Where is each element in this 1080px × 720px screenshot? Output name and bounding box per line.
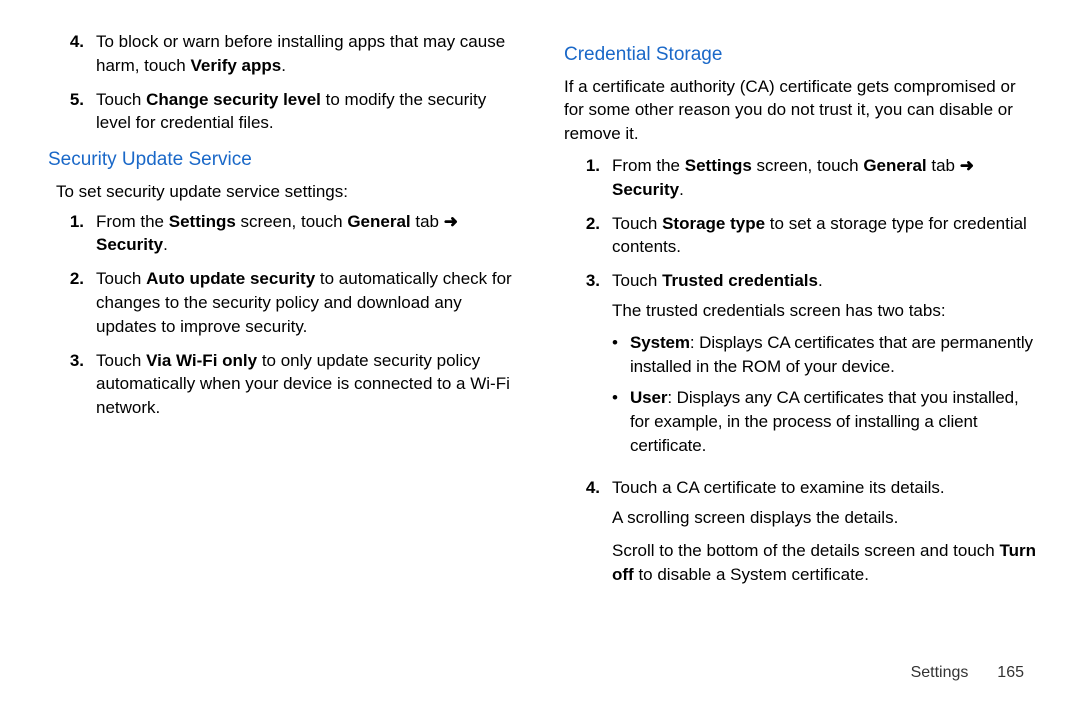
sub-text: The trusted credentials screen has two t… <box>612 299 1040 323</box>
intro-text-left: To set security update service settings: <box>56 180 524 204</box>
pre-heading-list: 4.To block or warn before installing app… <box>48 30 524 135</box>
section-heading-right: Credential Storage <box>564 42 1040 69</box>
sub-text: A scrolling screen displays the details. <box>612 506 1040 530</box>
arrow-icon: ➜ <box>960 156 974 175</box>
bullet-item: •User: Displays any CA certificates that… <box>612 386 1040 457</box>
list-content: Touch a CA certificate to examine its de… <box>612 476 1040 587</box>
list-number: 5. <box>48 88 96 136</box>
arrow-icon: ➜ <box>444 212 458 231</box>
page-footer: Settings 165 <box>911 662 1024 684</box>
bullet-dot-icon: • <box>612 331 630 379</box>
list-item: 3.Touch Trusted credentials.The trusted … <box>564 269 1040 466</box>
list-item: 4.Touch a CA certificate to examine its … <box>564 476 1040 587</box>
list-content: Touch Trusted credentials.The trusted cr… <box>612 269 1040 466</box>
right-steps-list: 1.From the Settings screen, touch Genera… <box>564 154 1040 587</box>
list-number: 3. <box>564 269 612 466</box>
list-number: 2. <box>48 267 96 338</box>
footer-section: Settings <box>911 664 969 681</box>
section-heading-left: Security Update Service <box>48 147 524 174</box>
list-item: 1.From the Settings screen, touch Genera… <box>48 210 524 258</box>
list-content: Touch Auto update security to automatica… <box>96 267 524 338</box>
list-item: 5.Touch Change security level to modify … <box>48 88 524 136</box>
sub-text: Scroll to the bottom of the details scre… <box>612 539 1040 587</box>
list-item: 3.Touch Via Wi-Fi only to only update se… <box>48 349 524 420</box>
list-content: Touch Change security level to modify th… <box>96 88 524 136</box>
right-column: Credential Storage If a certificate auth… <box>564 30 1040 597</box>
list-number: 2. <box>564 212 612 260</box>
list-number: 4. <box>564 476 612 587</box>
list-item: 2.Touch Auto update security to automati… <box>48 267 524 338</box>
left-steps-list: 1.From the Settings screen, touch Genera… <box>48 210 524 420</box>
list-item: 2.Touch Storage type to set a storage ty… <box>564 212 1040 260</box>
list-number: 3. <box>48 349 96 420</box>
list-content: To block or warn before installing apps … <box>96 30 524 78</box>
left-column: 4.To block or warn before installing app… <box>48 30 524 597</box>
footer-page-number: 165 <box>997 664 1024 681</box>
bullet-dot-icon: • <box>612 386 630 457</box>
intro-text-right: If a certificate authority (CA) certific… <box>564 75 1040 146</box>
list-content: Touch Storage type to set a storage type… <box>612 212 1040 260</box>
list-content: From the Settings screen, touch General … <box>96 210 524 258</box>
list-number: 4. <box>48 30 96 78</box>
list-item: 4.To block or warn before installing app… <box>48 30 524 78</box>
list-content: From the Settings screen, touch General … <box>612 154 1040 202</box>
list-number: 1. <box>48 210 96 258</box>
list-item: 1.From the Settings screen, touch Genera… <box>564 154 1040 202</box>
bullet-item: •System: Displays CA certificates that a… <box>612 331 1040 379</box>
bullet-list: •System: Displays CA certificates that a… <box>612 331 1040 458</box>
list-content: Touch Via Wi-Fi only to only update secu… <box>96 349 524 420</box>
two-column-layout: 4.To block or warn before installing app… <box>48 30 1040 597</box>
list-number: 1. <box>564 154 612 202</box>
